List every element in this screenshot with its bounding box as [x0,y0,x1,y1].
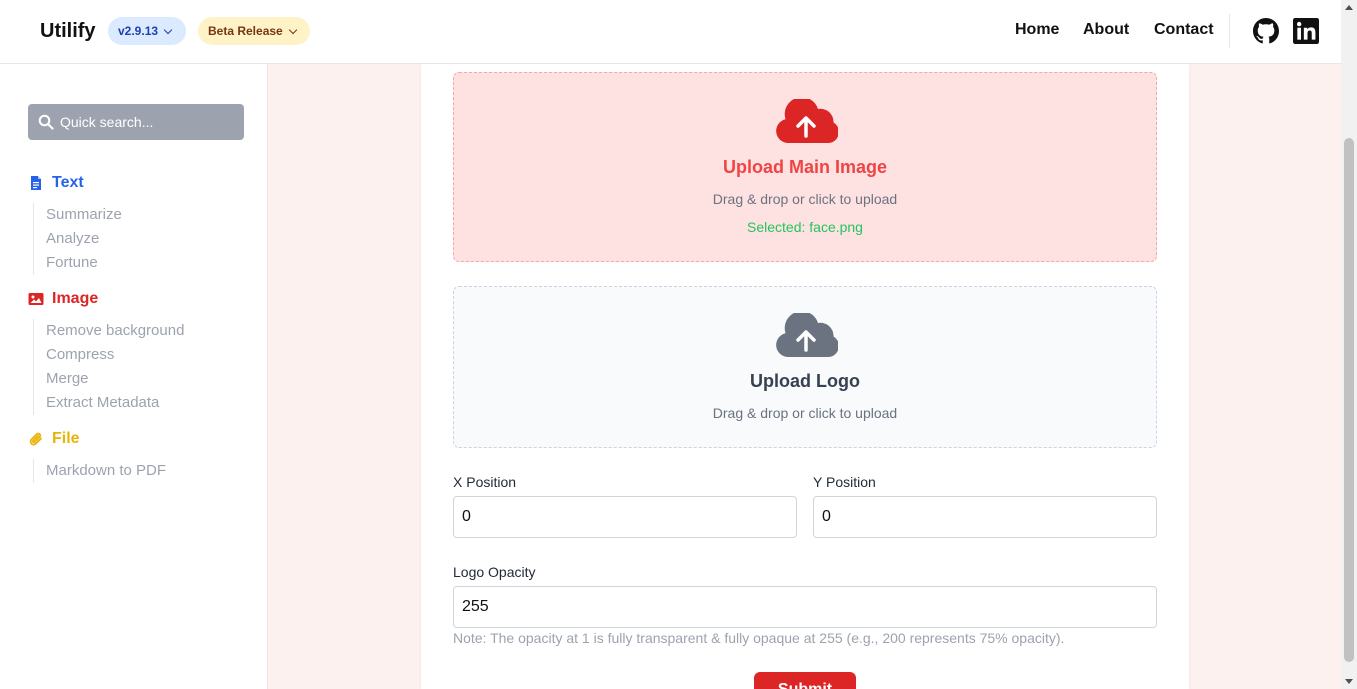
main-image-dropzone[interactable]: Upload Main Image Drag & drop or click t… [453,72,1157,262]
sidebar-item-markdown-to-pdf[interactable]: Markdown to PDF [34,459,166,483]
sidebar-item-summarize[interactable]: Summarize [34,203,122,227]
scrollbar-thumb[interactable] [1344,138,1354,662]
brand-logo[interactable]: Utilify [40,20,96,43]
image-icon [28,293,44,305]
logo-upload-title: Upload Logo [750,371,860,391]
chevron-down-icon [288,25,297,34]
selected-file-label: Selected: face.png [747,219,863,235]
logo-opacity-label: Logo Opacity [453,564,536,580]
sidebar-sublist-image: Remove background Compress Merge Extract… [33,319,184,415]
x-position-label: X Position [453,474,517,490]
page-scrollbar[interactable] [1341,0,1357,689]
sidebar-section-file[interactable]: File [28,430,80,448]
version-badge[interactable]: v2.9.13 [108,17,186,45]
cloud-upload-icon [776,313,838,357]
sidebar-section-image[interactable]: Image [28,290,98,308]
opacity-note: Note: The opacity at 1 is fully transpar… [453,630,1065,646]
sidebar-sublist-file: Markdown to PDF [33,459,166,483]
nav-home[interactable]: Home [1015,21,1059,39]
main-upload-hint: Drag & drop or click to upload [712,191,898,207]
top-header: Utilify v2.9.13 Beta Release Home About … [0,0,1341,64]
logo-dropzone[interactable]: Upload Logo Drag & drop or click to uplo… [453,286,1157,448]
sidebar-item-extract-metadata[interactable]: Extract Metadata [34,391,184,415]
cloud-upload-icon [776,99,838,143]
sidebar-section-text[interactable]: Text [28,174,84,192]
nav-divider [1229,14,1230,48]
submit-button[interactable]: Submit [754,672,856,689]
chevron-down-icon [163,25,173,34]
sidebar-sublist-text: Summarize Analyze Fortune [33,203,122,275]
scroll-down-icon[interactable] [1345,679,1353,684]
y-position-input[interactable] [813,496,1157,538]
sidebar-item-remove-background[interactable]: Remove background [34,319,184,343]
nav-contact[interactable]: Contact [1154,21,1214,39]
logo-opacity-input[interactable] [453,586,1157,628]
nav-about[interactable]: About [1083,21,1129,39]
main-card: Upload Main Image Drag & drop or click t… [421,64,1189,689]
x-position-input[interactable] [453,496,797,538]
beta-label: Beta Release [208,24,283,38]
github-icon[interactable] [1253,18,1279,44]
sidebar-section-label: File [52,430,80,447]
beta-badge[interactable]: Beta Release [198,17,310,45]
sidebar-item-compress[interactable]: Compress [34,343,184,367]
main-upload-title: Upload Main Image [722,157,888,177]
sidebar-item-merge[interactable]: Merge [34,367,184,391]
sidebar-section-label: Text [52,174,84,191]
logo-upload-hint: Drag & drop or click to upload [712,405,898,421]
sidebar-item-analyze[interactable]: Analyze [34,227,122,251]
search-box[interactable]: Quick search... [28,104,244,140]
y-position-label: Y Position [813,474,876,490]
document-icon [31,176,41,190]
sidebar: Quick search... Text Summarize Analyze F… [0,64,268,689]
search-icon [38,114,54,130]
paperclip-icon [29,432,42,446]
sidebar-section-label: Image [52,290,99,307]
linkedin-icon[interactable] [1293,18,1319,44]
sidebar-item-fortune[interactable]: Fortune [34,251,122,275]
scroll-up-icon[interactable] [1345,5,1353,10]
version-label: v2.9.13 [118,24,159,38]
search-placeholder: Quick search... [60,114,154,130]
